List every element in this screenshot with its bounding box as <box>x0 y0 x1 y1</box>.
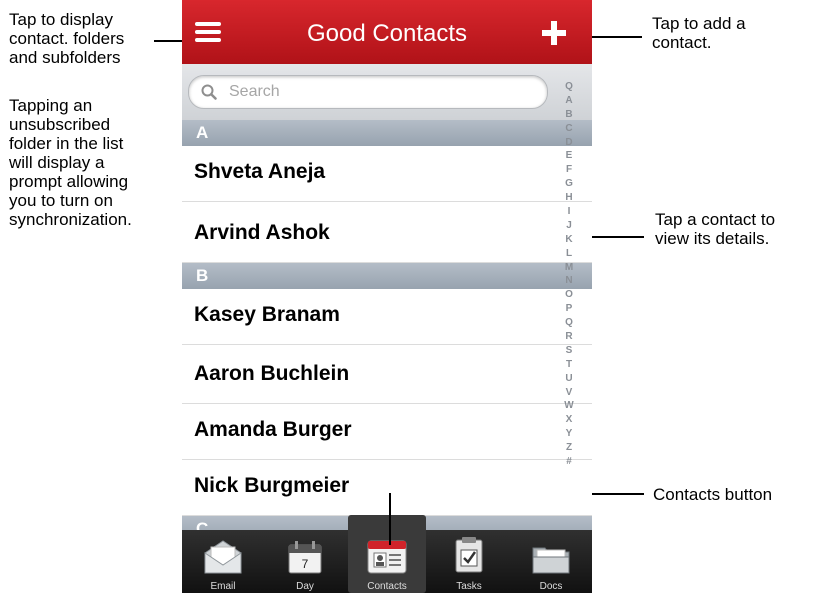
calendar-day-number: 7 <box>302 557 309 571</box>
contacts-card-icon <box>367 540 407 574</box>
contact-name: Arvind Ashok <box>194 221 330 244</box>
index-letter[interactable]: R <box>558 330 580 344</box>
section-header-b: B <box>182 263 592 289</box>
index-letter[interactable]: Z <box>558 441 580 455</box>
index-letter[interactable]: G <box>558 177 580 191</box>
index-letter[interactable]: F <box>558 163 580 177</box>
annotation-add-help: Tap to add a contact. <box>652 14 746 52</box>
index-letter[interactable]: C <box>558 122 580 136</box>
index-letter[interactable]: D <box>558 136 580 150</box>
contact-row[interactable]: Arvind Ashok <box>182 207 592 263</box>
docs-folder-icon <box>532 547 570 574</box>
annotation-folder-help: Tapping an unsubscribed folder in the li… <box>9 96 132 229</box>
search-icon <box>201 84 217 100</box>
index-letter[interactable]: E <box>558 149 580 163</box>
contact-row[interactable]: Aaron Buchlein <box>182 348 592 404</box>
tab-label: Email <box>210 581 236 592</box>
tab-label: Docs <box>539 581 563 592</box>
index-letter[interactable]: M <box>558 261 580 275</box>
tab-label: Day <box>296 581 314 592</box>
annotation-line: will display a <box>9 153 105 172</box>
annotation-line: synchronization. <box>9 210 132 229</box>
tab-day[interactable]: 7 Day <box>266 530 344 593</box>
annotation-line: contact. <box>652 33 712 52</box>
alphabet-index[interactable]: Q A B C D E F G H I J K L M N O P Q R S T U V W X Y Z # <box>558 80 580 469</box>
annotation-line: Tapping an <box>9 96 93 115</box>
tasks-checklist-icon <box>455 537 483 573</box>
index-letter[interactable]: I <box>558 205 580 219</box>
annotation-line: unsubscribed <box>9 115 111 134</box>
tab-contacts[interactable]: Contacts <box>348 515 426 593</box>
index-letter[interactable]: J <box>558 219 580 233</box>
annotation-contacts-button-help: Contacts button <box>653 485 773 504</box>
index-letter[interactable]: S <box>558 344 580 358</box>
tab-docs[interactable]: Docs <box>512 530 590 593</box>
contact-name: Aaron Buchlein <box>194 362 350 385</box>
annotation-line: view its details. <box>655 229 770 248</box>
index-letter[interactable]: H <box>558 191 580 205</box>
index-letter[interactable]: B <box>558 108 580 122</box>
contact-row[interactable]: Shveta Aneja <box>182 146 592 202</box>
index-letter[interactable]: X <box>558 413 580 427</box>
contact-name: Amanda Burger <box>194 418 352 441</box>
contact-name: Shveta Aneja <box>194 160 326 183</box>
index-letter[interactable]: U <box>558 372 580 386</box>
contact-row[interactable]: Kasey Branam <box>182 289 592 345</box>
index-letter[interactable]: T <box>558 358 580 372</box>
index-letter[interactable]: W <box>558 399 580 413</box>
annotation-line: you to turn on <box>9 191 113 210</box>
index-letter[interactable]: A <box>558 94 580 108</box>
contact-row[interactable]: Amanda Burger <box>182 404 592 460</box>
section-header-a: A <box>182 120 592 146</box>
index-letter[interactable]: P <box>558 302 580 316</box>
index-letter[interactable]: N <box>558 274 580 288</box>
index-letter[interactable]: # <box>558 455 580 469</box>
index-letter[interactable]: V <box>558 386 580 400</box>
annotation-line: Tap a contact to <box>655 210 776 229</box>
contact-row[interactable]: Nick Burgmeier <box>182 460 592 516</box>
contact-name: Nick Burgmeier <box>194 474 350 497</box>
calendar-day-icon: 7 <box>288 541 322 574</box>
callout-line-contacts-button-vertical <box>389 493 391 545</box>
tab-bar: Email 7 Day Contacts Tasks Docs <box>182 515 592 593</box>
phone-screen: Good Contacts Search A Shveta Aneja Arvi… <box>182 0 592 593</box>
app-title: Good Contacts <box>306 20 468 47</box>
annotation-contact-help: Tap a contact to view its details. <box>655 210 775 248</box>
tab-label: Contacts <box>367 581 407 592</box>
search-input[interactable]: Search <box>188 75 548 109</box>
index-letter[interactable]: Q <box>558 316 580 330</box>
index-letter[interactable]: Q <box>558 80 580 94</box>
index-letter[interactable]: L <box>558 247 580 261</box>
index-letter[interactable]: O <box>558 288 580 302</box>
plus-icon[interactable] <box>542 21 566 45</box>
annotation-line: contact. folders <box>9 29 125 48</box>
index-letter[interactable]: K <box>558 233 580 247</box>
search-placeholder: Search <box>229 83 280 100</box>
annotation-line: prompt allowing <box>9 172 129 191</box>
email-icon <box>204 540 242 574</box>
annotation-line: Tap to display <box>9 10 113 29</box>
tab-label: Tasks <box>456 581 482 592</box>
annotation-line: and subfolders <box>9 48 121 67</box>
search-bar: Search <box>182 64 592 120</box>
annotation-menu-help: Tap to display contact. folders and subf… <box>9 10 124 67</box>
annotation-line: Tap to add a <box>652 14 746 33</box>
tab-email[interactable]: Email <box>184 530 262 593</box>
index-letter[interactable]: Y <box>558 427 580 441</box>
tab-tasks[interactable]: Tasks <box>430 530 508 593</box>
annotation-line: folder in the list <box>9 134 124 153</box>
nav-bar: Good Contacts <box>182 0 592 64</box>
contact-name: Kasey Branam <box>194 303 340 326</box>
